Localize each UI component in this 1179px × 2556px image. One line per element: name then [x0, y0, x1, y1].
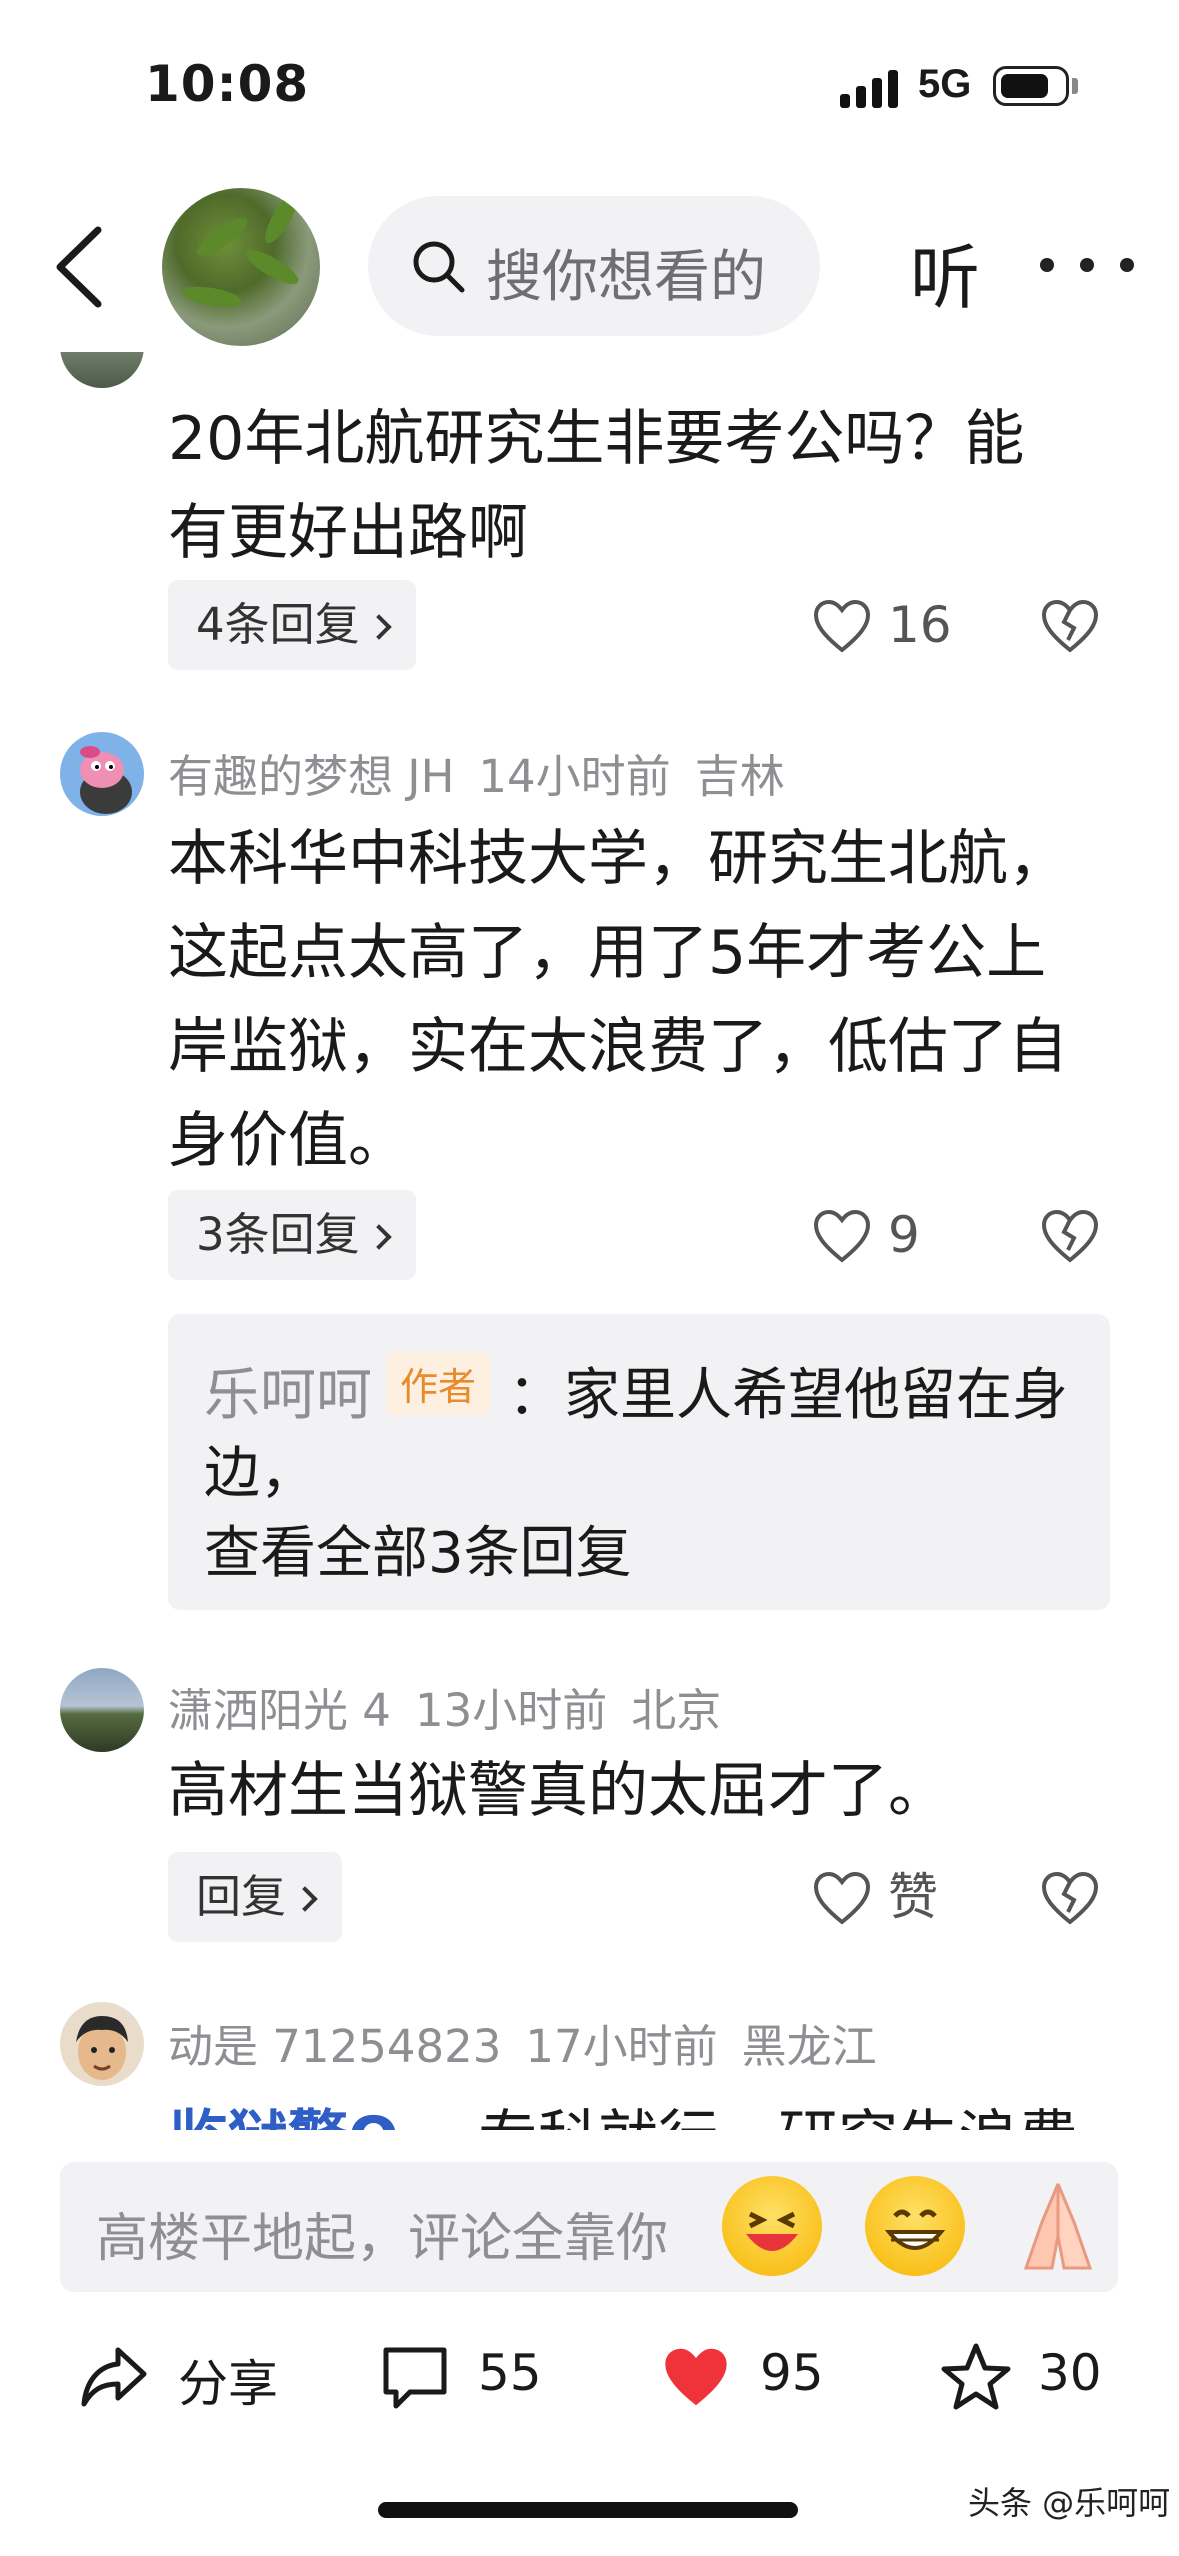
chevron-left-icon — [56, 226, 102, 308]
status-time: 10:08 — [145, 55, 310, 113]
listen-button[interactable]: 听 — [910, 222, 980, 323]
reply-author[interactable]: 乐呵呵 — [204, 1350, 372, 1431]
broken-heart-icon — [1041, 599, 1099, 653]
comment-list: 20年北航研究生非要考公吗？能 有更好出路啊 4条回复 16 有趣的梦想 JH 1… — [0, 352, 1179, 2130]
praying-hands-emoji-icon[interactable] — [1008, 2176, 1108, 2276]
comments-count: 55 — [478, 2344, 542, 2402]
chevron-right-icon — [365, 1224, 392, 1250]
comment-text: 本科华中科技大学，研究生北航， 这起点太高了，用了5年才考公上 岸监狱，实在太浪… — [168, 824, 1068, 1176]
like-count: 16 — [888, 596, 952, 654]
search-icon — [413, 241, 465, 293]
grinning-emoji-icon[interactable] — [865, 2176, 965, 2276]
comment-time: 17小时前 — [525, 2020, 718, 2073]
reply-text-line: 边， — [204, 1441, 316, 1506]
reply-count-button[interactable]: 4条回复 — [168, 580, 416, 670]
search-placeholder: 搜你想看的 — [486, 245, 766, 310]
author-reply-box[interactable]: 乐呵呵 作者 ：家里人希望他留在身 边， 查看全部3条回复 — [168, 1314, 1110, 1610]
reply-count-button[interactable]: 3条回复 — [168, 1190, 416, 1280]
reply-text-line: ：家里人希望他留在身 — [508, 1363, 1068, 1428]
chevron-right-icon — [365, 614, 392, 640]
avatar[interactable] — [60, 352, 144, 388]
comment-time: 13小时前 — [414, 1684, 608, 1737]
heart-icon — [813, 599, 871, 653]
back-button[interactable] — [50, 222, 110, 312]
author-name[interactable]: 动是 71254823 — [168, 2020, 501, 2073]
author-name[interactable]: 潇洒阳光 4 — [168, 1684, 391, 1737]
star-icon — [941, 2343, 1011, 2410]
comment-location: 吉林 — [694, 750, 785, 803]
heart-icon — [813, 1209, 871, 1263]
favorite-button[interactable]: 30 — [940, 2330, 1140, 2430]
author-avatar[interactable] — [162, 188, 320, 346]
chevron-right-icon — [292, 1886, 318, 1912]
likes-count: 95 — [760, 2344, 824, 2402]
home-indicator[interactable] — [378, 2502, 798, 2518]
comment-bubble-icon — [383, 2347, 447, 2409]
view-all-replies-link[interactable]: 查看全部3条回复 — [204, 1508, 632, 1589]
cartoon-face-icon — [76, 2016, 128, 2080]
comment-meta: 潇洒阳光 4 13小时前 北京 — [168, 1674, 745, 1739]
comment-input-placeholder: 高楼平地起，评论全靠你 — [96, 2209, 669, 2269]
laughing-emoji-icon[interactable] — [722, 2176, 822, 2276]
network-label: 5G — [918, 62, 972, 106]
share-icon — [81, 2347, 147, 2407]
comment-time: 14小时前 — [478, 750, 671, 803]
comment-text: 高材生当狱警真的太屈才了。 — [168, 1756, 948, 1826]
author-name[interactable]: 有趣的梦想 JH — [168, 750, 454, 803]
more-icon[interactable] — [1040, 258, 1150, 278]
cartoon-avatar-icon — [80, 746, 132, 814]
watermark: 头条 @乐呵呵 — [968, 2484, 1171, 2522]
like-count: 9 — [888, 1206, 920, 1264]
comments-button[interactable]: 55 — [380, 2330, 560, 2430]
avatar[interactable] — [60, 2002, 144, 2086]
search-bar[interactable]: 搜你想看的 — [368, 196, 820, 336]
broken-heart-icon — [1041, 1209, 1099, 1263]
avatar[interactable] — [60, 732, 144, 816]
battery-icon — [993, 66, 1069, 106]
share-button[interactable]: 分享 — [78, 2330, 298, 2430]
like-count: 赞 — [888, 1868, 938, 1926]
comment-meta: 有趣的梦想 JH 14小时前 吉林 — [168, 740, 809, 805]
like-post-button[interactable]: 95 — [660, 2330, 840, 2430]
comment-meta: 动是 71254823 17小时前 黑龙江 — [168, 2010, 901, 2075]
comment-input[interactable]: 高楼平地起，评论全靠你 — [60, 2162, 1118, 2292]
comment-text: 20年北航研究生非要考公吗？能 有更好出路啊 — [168, 404, 1025, 568]
share-label: 分享 — [178, 2355, 278, 2413]
heart-icon — [813, 1871, 871, 1925]
favorites-count: 30 — [1038, 2344, 1102, 2402]
dislike-button[interactable] — [1040, 598, 1100, 668]
comment-location: 北京 — [631, 1684, 722, 1737]
dislike-button[interactable] — [1040, 1208, 1100, 1278]
battery-tip — [1072, 78, 1078, 94]
search-tag-link[interactable]: 监狱警Q — [168, 2104, 399, 2130]
signal-icon — [840, 68, 900, 108]
comment-text: 监狱警Q 专科就行，研究生浪费 — [168, 2090, 1078, 2130]
heart-filled-icon — [665, 2348, 727, 2406]
reply-button[interactable]: 回复 — [168, 1852, 343, 1942]
avatar[interactable] — [60, 1668, 144, 1752]
broken-heart-icon — [1041, 1871, 1099, 1925]
dislike-button[interactable] — [1040, 1870, 1100, 1940]
author-badge: 作者 — [386, 1352, 491, 1415]
comment-location: 黑龙江 — [741, 2020, 877, 2073]
